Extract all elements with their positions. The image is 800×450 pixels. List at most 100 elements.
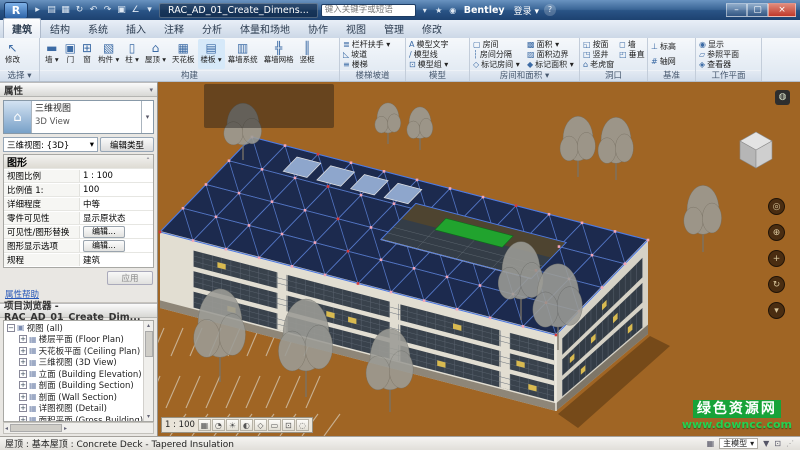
tool-垂直[interactable]: ◰垂直 — [619, 49, 645, 59]
tool-修改[interactable]: ↖修改 — [2, 39, 23, 69]
filter-icon[interactable]: ▼ — [763, 439, 769, 448]
tab-视图[interactable]: 视图 — [337, 18, 375, 38]
tree-item[interactable]: +▦三维视图 (3D View) — [4, 357, 143, 369]
tree-item[interactable]: +▦剖面 (Building Section) — [4, 380, 143, 392]
browser-hscrollbar[interactable]: ◂▸ — [3, 422, 154, 434]
tool-参照平面[interactable]: ▱参照平面 — [699, 49, 758, 59]
panel-label-房间和面积[interactable]: 房间和面积 ▾ — [470, 70, 579, 81]
steering-wheel-icon[interactable]: ◎ — [768, 198, 785, 215]
panel-label-基准[interactable]: 基准 — [648, 70, 695, 81]
tool-墙[interactable]: ◻墙 — [619, 39, 645, 49]
expand-icon[interactable]: + — [19, 416, 27, 421]
worksets-icon[interactable]: ▦ — [707, 439, 715, 448]
property-value[interactable]: 编辑... — [80, 240, 153, 252]
undo-icon[interactable]: ↶ — [87, 3, 100, 17]
type-selector[interactable]: ⌂ 三维视图 3D View ▾ — [3, 100, 154, 134]
tree-item[interactable]: +▦详图视图 (Detail) — [4, 403, 143, 415]
tool-栏杆扶手[interactable]: ≣栏杆扶手 ▾ — [343, 39, 402, 49]
print-icon[interactable]: ▣ — [115, 3, 128, 17]
expand-icon[interactable]: + — [19, 370, 27, 378]
tool-天花板[interactable]: ▦天花板 — [169, 39, 198, 69]
select-filter-icon[interactable]: ⊡ — [774, 439, 781, 448]
type-selector-dropdown-icon[interactable]: ▾ — [141, 101, 153, 133]
expand-icon[interactable]: + — [19, 404, 27, 412]
tool-楼梯[interactable]: ≡楼梯 — [343, 59, 402, 69]
property-value[interactable]: 中等 — [80, 198, 153, 210]
redo-icon[interactable]: ↷ — [101, 3, 114, 17]
scroll-down-icon[interactable]: ▾ — [147, 412, 150, 421]
project-browser-header[interactable]: 项目浏览器 - RAC_AD_01_Create_Dim... — [0, 303, 157, 318]
tree-item[interactable]: +▦剖面 (Wall Section) — [4, 391, 143, 403]
tool-柱[interactable]: ▯柱 ▾ — [122, 39, 142, 69]
tool-屋顶[interactable]: ⌂屋顶 ▾ — [142, 39, 169, 69]
panel-label-模型[interactable]: 模型 — [406, 70, 469, 81]
comm-center-icon[interactable]: ◉ — [447, 6, 459, 15]
collapse-icon[interactable]: − — [7, 324, 15, 332]
property-value[interactable]: 100 — [80, 185, 153, 195]
close-button[interactable]: × — [768, 3, 796, 17]
viewcube[interactable] — [734, 128, 778, 172]
tree-item[interactable]: +▦楼层平面 (Floor Plan) — [4, 334, 143, 346]
tool-模型文字[interactable]: A模型文字 — [409, 39, 466, 49]
tool-查看器[interactable]: ◈查看器 — [699, 59, 758, 69]
scroll-thumb[interactable] — [145, 331, 153, 357]
expand-icon[interactable]: + — [19, 335, 27, 343]
tool-坡道[interactable]: ◺坡道 — [343, 49, 402, 59]
maximize-button[interactable]: ▢ — [747, 3, 768, 17]
tool-房间分隔[interactable]: ┆房间分隔 — [473, 49, 522, 59]
tab-管理[interactable]: 管理 — [375, 18, 413, 38]
edit-button[interactable]: 编辑... — [83, 226, 125, 238]
tool-模型线[interactable]: ∕模型线 — [409, 49, 466, 59]
show-crop-icon[interactable]: ⊡ — [282, 419, 295, 431]
tab-建筑[interactable]: 建筑 — [3, 18, 41, 38]
sun-path-icon[interactable]: ☀ — [226, 419, 239, 431]
tool-按面[interactable]: ◱按面 — [583, 39, 614, 49]
tool-楼板[interactable]: ▤楼板 ▾ — [198, 39, 225, 69]
zoom-icon[interactable]: ⊕ — [768, 224, 785, 241]
panel-label-工作平面[interactable]: 工作平面 — [696, 70, 761, 81]
tool-模型组[interactable]: ⊡模型组 ▾ — [409, 59, 466, 69]
tool-面积边界[interactable]: ▨面积边界 — [527, 49, 576, 59]
active-workset-select[interactable]: 主模型▾ — [719, 438, 758, 449]
tool-幕墙系统[interactable]: ▥幕墙系统 — [225, 39, 261, 69]
tool-竖井[interactable]: ◳竖井 — [583, 49, 614, 59]
orbit-icon[interactable]: ↻ — [768, 276, 785, 293]
instance-selector[interactable]: 三维视图: {3D}▾ — [3, 137, 98, 152]
panel-label-洞口[interactable]: 洞口 — [580, 70, 647, 81]
panel-label-选择[interactable]: 选择 ▾ — [0, 70, 39, 81]
tab-插入[interactable]: 插入 — [117, 18, 155, 38]
shadows-icon[interactable]: ◐ — [240, 419, 253, 431]
edit-button[interactable]: 编辑... — [83, 240, 125, 252]
scroll-up-icon[interactable]: ▴ — [147, 321, 150, 330]
expand-icon[interactable]: + — [19, 381, 27, 389]
tool-标高[interactable]: ⊥标高 — [651, 42, 692, 52]
tool-墙[interactable]: ▬墙 ▾ — [42, 39, 62, 69]
tab-体量和场地[interactable]: 体量和场地 — [231, 18, 299, 38]
visual-style-icon[interactable]: ◔ — [212, 419, 225, 431]
expand-icon[interactable]: + — [19, 347, 27, 355]
navbar-more-icon[interactable]: ▾ — [768, 302, 785, 319]
tab-结构[interactable]: 结构 — [41, 18, 79, 38]
tool-构件[interactable]: ▧构件 ▾ — [95, 39, 122, 69]
edit-type-button[interactable]: 编辑类型 — [100, 137, 154, 152]
signin-button[interactable]: 登录 ▾ — [514, 4, 539, 17]
tool-窗[interactable]: ⊞窗 — [79, 39, 95, 69]
tab-修改[interactable]: 修改 — [413, 18, 451, 38]
show-rendering-icon[interactable]: ◇ — [254, 419, 267, 431]
pan-icon[interactable]: + — [768, 250, 785, 267]
crop-view-icon[interactable]: ▭ — [268, 419, 281, 431]
fullnav-wheel-icon[interactable]: ◍ — [775, 90, 790, 105]
property-value[interactable]: 显示原状态 — [80, 212, 153, 224]
tree-item[interactable]: +▦天花板平面 (Ceiling Plan) — [4, 345, 143, 357]
property-value[interactable]: 建筑 — [80, 254, 153, 266]
resize-grip-icon[interactable]: ⋰ — [786, 439, 795, 448]
favorites-icon[interactable]: ★ — [433, 6, 445, 15]
tool-门[interactable]: ▣门 — [62, 39, 79, 69]
collapse-icon[interactable]: ˆ — [146, 157, 150, 166]
tab-注释[interactable]: 注释 — [155, 18, 193, 38]
tool-幕墙网格[interactable]: ╬幕墙网格 — [261, 39, 297, 69]
properties-header[interactable]: 属性 ▾ — [0, 82, 157, 97]
tool-显示[interactable]: ◉显示 — [699, 39, 758, 49]
tab-协作[interactable]: 协作 — [299, 18, 337, 38]
expand-icon[interactable]: + — [19, 393, 27, 401]
